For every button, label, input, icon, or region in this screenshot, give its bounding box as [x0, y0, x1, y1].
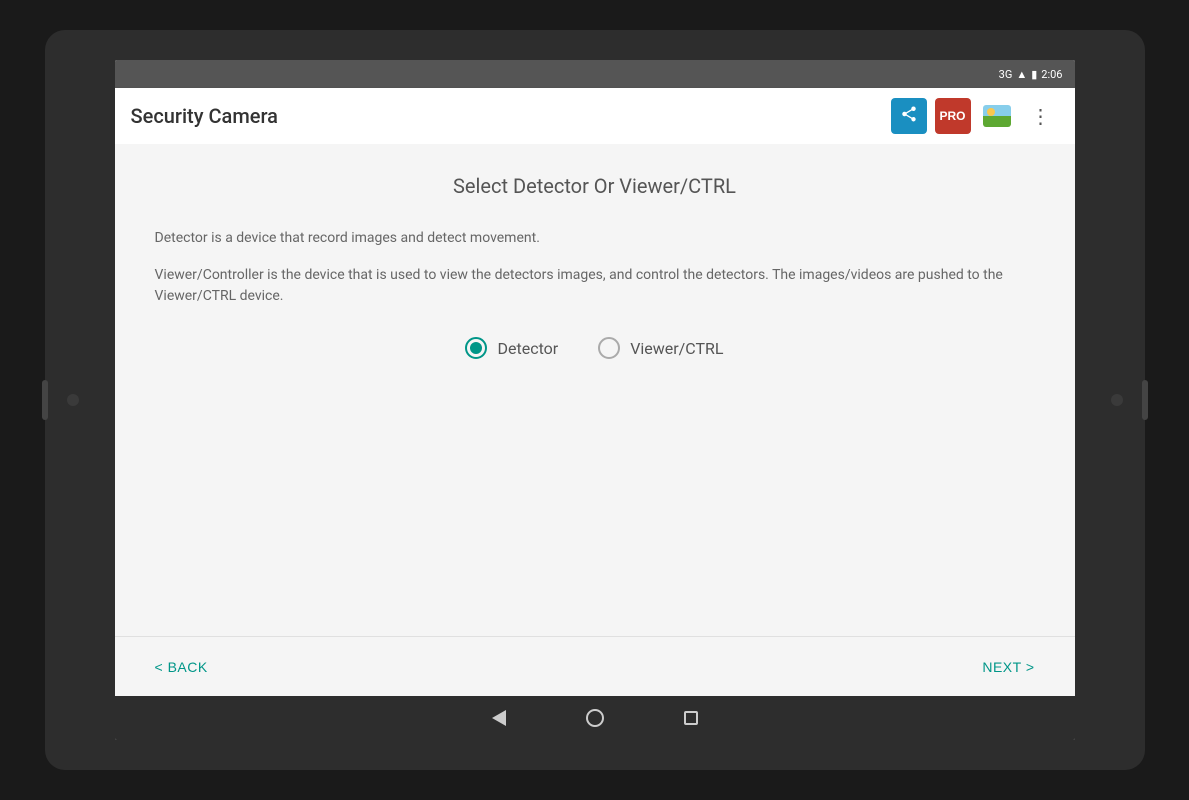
pro-button[interactable]: PRO — [935, 98, 971, 134]
gallery-icon — [983, 105, 1011, 127]
side-button-left — [42, 380, 48, 420]
time-display: 2:06 — [1041, 68, 1062, 81]
gallery-button[interactable] — [979, 98, 1015, 134]
share-icon — [900, 105, 918, 128]
more-icon: ⋮ — [1031, 104, 1051, 129]
android-back-button[interactable] — [492, 710, 506, 726]
android-home-button[interactable] — [586, 709, 604, 727]
viewer-radio-label: Viewer/CTRL — [630, 339, 723, 358]
camera-right — [1111, 394, 1123, 406]
status-icons: 3G ▲ ▮ 2:06 — [999, 68, 1063, 81]
viewer-description: Viewer/Controller is the device that is … — [155, 265, 1035, 307]
status-bar: 3G ▲ ▮ 2:06 — [115, 60, 1075, 88]
overflow-menu-button[interactable]: ⋮ — [1023, 98, 1059, 134]
share-button[interactable] — [891, 98, 927, 134]
side-button-right — [1142, 380, 1148, 420]
radio-group: Detector Viewer/CTRL — [155, 337, 1035, 359]
bottom-navigation: < BACK NEXT > — [115, 636, 1075, 696]
detector-radio-label: Detector — [497, 339, 558, 358]
app-bar: Security Camera PRO ⋮ — [115, 88, 1075, 144]
app-title: Security Camera — [131, 104, 883, 128]
detector-radio-option[interactable]: Detector — [465, 337, 558, 359]
content-area: Select Detector Or Viewer/CTRL Detector … — [115, 144, 1075, 636]
network-indicator: 3G — [999, 68, 1013, 81]
camera-left — [67, 394, 79, 406]
pro-label: PRO — [939, 109, 965, 123]
screen: 3G ▲ ▮ 2:06 Security Camera PRO — [115, 60, 1075, 740]
android-recents-button[interactable] — [684, 711, 698, 725]
next-button[interactable]: NEXT > — [982, 659, 1034, 675]
viewer-radio-option[interactable]: Viewer/CTRL — [598, 337, 723, 359]
signal-icon: ▲ — [1016, 68, 1027, 81]
android-nav-bar — [115, 696, 1075, 740]
battery-icon: ▮ — [1031, 68, 1037, 81]
back-button[interactable]: < BACK — [155, 659, 208, 675]
app-bar-actions: PRO ⋮ — [891, 98, 1059, 134]
viewer-radio-circle[interactable] — [598, 337, 620, 359]
tablet-device: 3G ▲ ▮ 2:06 Security Camera PRO — [45, 30, 1145, 770]
page-title: Select Detector Or Viewer/CTRL — [155, 174, 1035, 198]
description-section: Detector is a device that record images … — [155, 228, 1035, 307]
detector-description: Detector is a device that record images … — [155, 228, 1035, 249]
detector-radio-circle[interactable] — [465, 337, 487, 359]
